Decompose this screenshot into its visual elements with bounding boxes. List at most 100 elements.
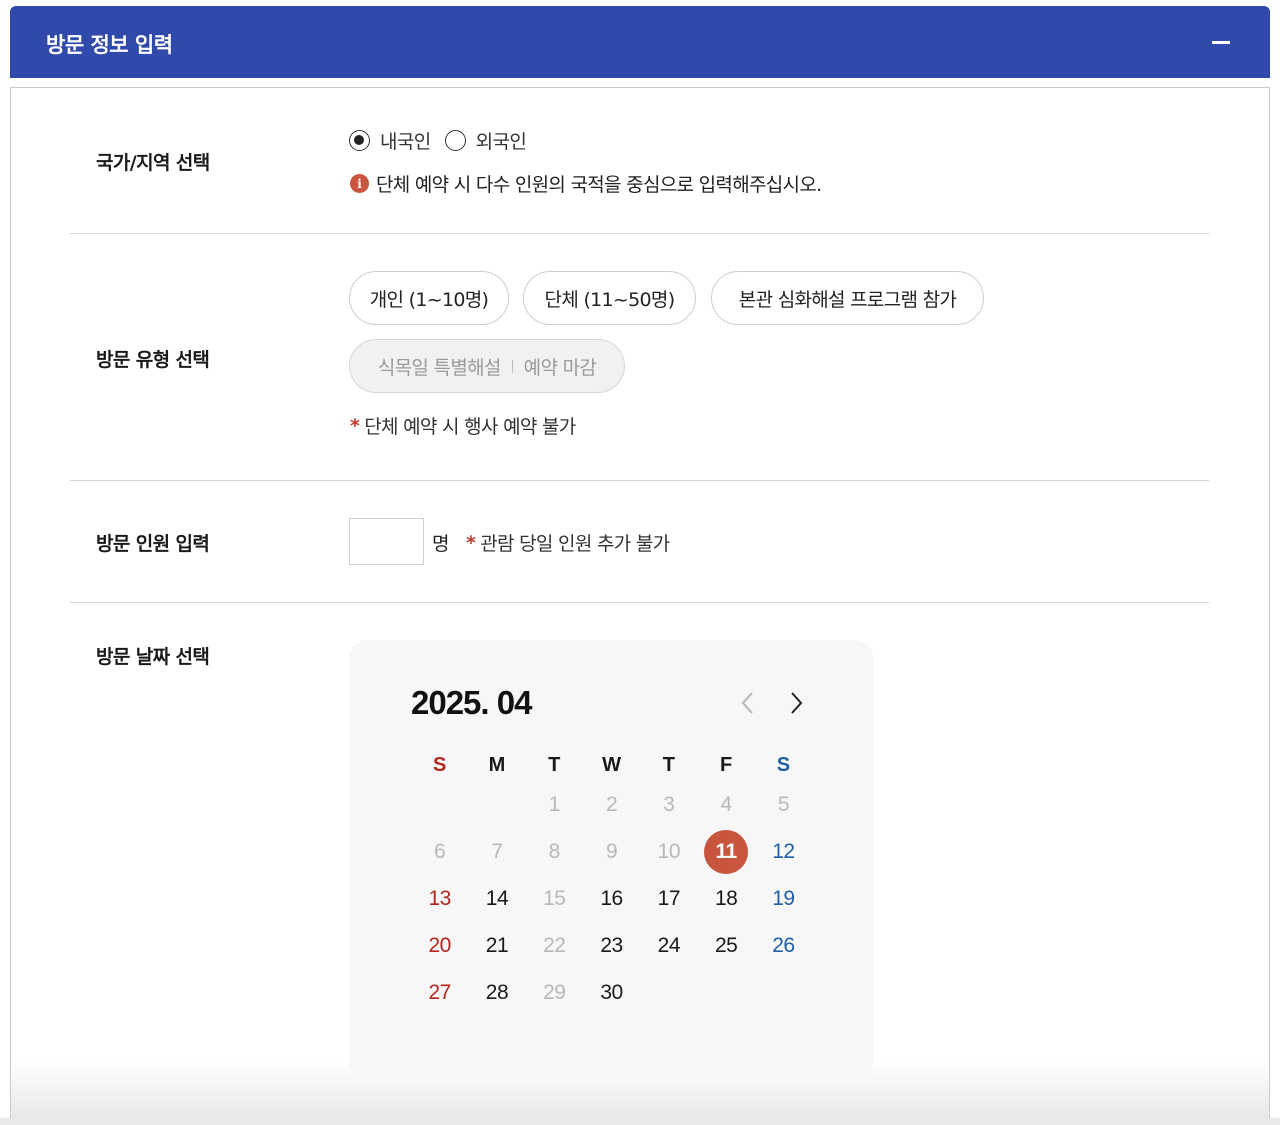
calendar-day[interactable]: 26 <box>755 922 812 969</box>
calendar-day-number: 8 <box>548 840 561 864</box>
calendar-day[interactable]: 17 <box>640 876 697 923</box>
required-mark: * <box>466 531 476 554</box>
radio-foreign[interactable]: 외국인 <box>444 127 527 154</box>
calendar-day[interactable]: 28 <box>468 969 525 1016</box>
weekday-header: SMTWTFS <box>411 754 812 782</box>
calendar-day-number: 28 <box>485 980 509 1004</box>
calendar-day[interactable]: 23 <box>583 922 640 969</box>
calendar-day-number: 17 <box>657 886 681 910</box>
radio-foreign-label: 외국인 <box>475 130 527 153</box>
section-header: 방문 정보 입력 <box>10 6 1270 78</box>
calendar-empty-cell <box>468 782 525 829</box>
chevron-left-icon <box>741 692 753 714</box>
special-program-label: 식목일 특별해설 <box>377 356 502 379</box>
calendar-day-number: 13 <box>428 886 451 910</box>
calendar-day[interactable]: 27 <box>411 969 468 1016</box>
calendar-day-number: 14 <box>485 886 509 910</box>
calendar-empty-cell <box>697 969 754 1016</box>
calendar-day[interactable]: 13 <box>411 876 468 923</box>
calendar-day[interactable]: 21 <box>468 922 525 969</box>
prev-month-button[interactable] <box>735 688 761 718</box>
weekday-label: W <box>602 754 621 776</box>
calendar-day-number: 5 <box>777 793 790 817</box>
separator <box>511 359 513 373</box>
radio-unchecked-icon[interactable] <box>444 129 466 151</box>
special-status-label: 예약 마감 <box>523 356 597 379</box>
calendar-day-number: 30 <box>600 980 623 1004</box>
divider <box>70 480 1209 481</box>
calendar-day: 8 <box>526 829 583 876</box>
headcount-note-text: 관람 당일 인원 추가 불가 <box>480 533 670 555</box>
weekday-label: M <box>488 754 506 776</box>
visit-type-label: 방문 유형 선택 <box>96 349 210 371</box>
calendar-grid: SMTWTFS 1 2 3 4 5 6 7 8 9 10 11 12 13 14 15 16 17 18 19 20 2… <box>411 754 812 1016</box>
calendar-day[interactable]: 24 <box>640 922 697 969</box>
calendar-day[interactable]: 20 <box>411 922 468 969</box>
nationality-radio-group: 내국인 외국인 <box>349 127 540 153</box>
calendar: 2025. 04 SMTWTFS 1 2 3 4 5 6 7 8 9 10 11 12 13 14 15 16… <box>349 640 873 1080</box>
calendar-day[interactable]: 19 <box>755 876 812 923</box>
collapse-button[interactable] <box>1206 28 1236 56</box>
calendar-month-title: 2025. 04 <box>411 684 532 721</box>
calendar-day: 6 <box>411 829 468 876</box>
calendar-day-number: 29 <box>543 980 566 1004</box>
calendar-day-number: 6 <box>434 840 446 864</box>
visit-type-individual-button[interactable]: 개인 (1~10명) <box>349 271 509 325</box>
calendar-day[interactable]: 16 <box>583 876 640 923</box>
calendar-week: 27 28 29 30 <box>411 969 812 1016</box>
calendar-day: 10 <box>640 829 697 876</box>
calendar-day[interactable]: 18 <box>697 876 754 923</box>
calendar-empty-cell <box>755 969 812 1016</box>
visit-type-program-button[interactable]: 본관 심화해설 프로그램 참가 <box>711 271 984 325</box>
divider <box>70 602 1209 603</box>
weekday-label: F <box>720 754 733 776</box>
calendar-week: 13 14 15 16 17 18 19 <box>411 876 812 923</box>
next-month-button[interactable] <box>783 688 809 718</box>
notice-text: 단체 예약 시 다수 인원의 국적을 중심으로 입력해주십시오. <box>376 174 822 196</box>
calendar-day-number: 12 <box>772 840 795 864</box>
visit-date-label: 방문 날짜 선택 <box>96 646 210 668</box>
calendar-day-number: 22 <box>543 933 566 957</box>
calendar-day[interactable]: 12 <box>755 829 812 876</box>
calendar-week: 20 21 22 23 24 25 26 <box>411 922 812 969</box>
visit-type-note: * 단체 예약 시 행사 예약 불가 <box>350 412 576 439</box>
calendar-day: 29 <box>526 969 583 1016</box>
divider <box>70 233 1209 234</box>
calendar-day: 7 <box>468 829 525 876</box>
headcount-note: * 관람 당일 인원 추가 불가 <box>466 529 670 556</box>
visit-type-note-text: 단체 예약 시 행사 예약 불가 <box>364 416 576 438</box>
calendar-empty-cell <box>411 782 468 829</box>
calendar-day-number: 25 <box>714 933 738 957</box>
calendar-day-number: 27 <box>428 980 451 1004</box>
section-title: 방문 정보 입력 <box>46 33 173 57</box>
calendar-day-number: 23 <box>600 933 623 957</box>
calendar-day: 4 <box>697 782 754 829</box>
calendar-day-number: 10 <box>657 840 681 864</box>
calendar-day-number: 9 <box>605 840 618 864</box>
calendar-day-number: 4 <box>720 793 733 817</box>
radio-domestic-label: 내국인 <box>380 130 431 153</box>
radio-checked-icon[interactable] <box>349 129 370 151</box>
calendar-day[interactable]: 25 <box>697 922 754 969</box>
calendar-day-number: 24 <box>657 933 681 957</box>
calendar-day-number: 19 <box>772 886 795 910</box>
chevron-right-icon <box>791 692 803 714</box>
calendar-week: 6 7 8 9 10 11 12 <box>411 829 812 876</box>
visit-type-special-button: 식목일 특별해설 예약 마감 <box>349 339 625 393</box>
visit-type-group-button[interactable]: 단체 (11~50명) <box>523 271 696 325</box>
required-mark: * <box>350 414 360 437</box>
radio-domestic[interactable]: 내국인 <box>349 127 431 154</box>
calendar-day-selected[interactable]: 11 <box>697 829 754 876</box>
calendar-day[interactable]: 14 <box>468 876 525 923</box>
weekday-label: T <box>548 754 561 776</box>
weekday-label: S <box>432 754 447 776</box>
minus-icon <box>1212 41 1230 44</box>
calendar-day-number: 3 <box>663 793 675 817</box>
calendar-day[interactable]: 30 <box>583 969 640 1016</box>
calendar-day-number: 2 <box>605 793 618 817</box>
headcount-input[interactable] <box>349 518 424 565</box>
calendar-day: 3 <box>640 782 697 829</box>
calendar-day: 2 <box>583 782 640 829</box>
nationality-label: 국가/지역 선택 <box>96 152 210 174</box>
calendar-day-number: 16 <box>600 886 623 910</box>
